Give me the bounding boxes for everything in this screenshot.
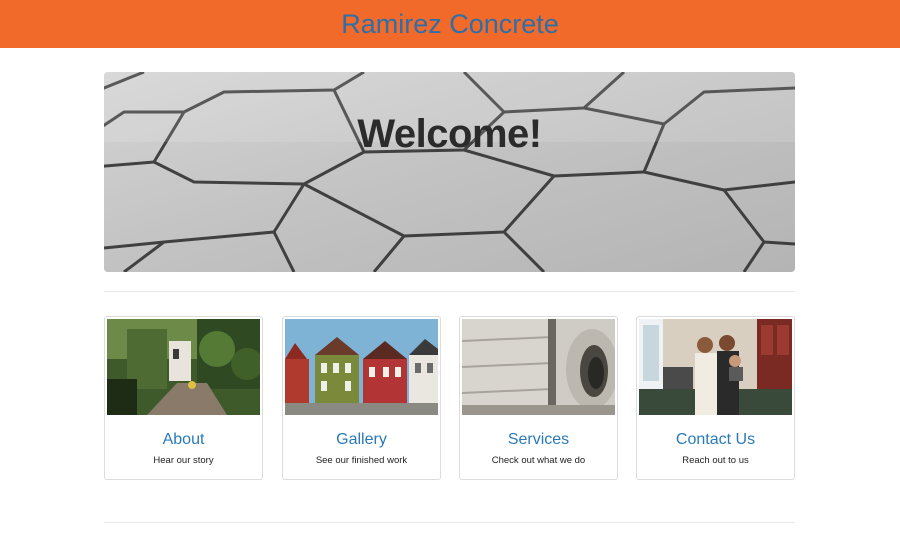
about-link[interactable]: About (105, 431, 262, 449)
contact-link[interactable]: Contact Us (637, 431, 794, 449)
brand-link[interactable]: Ramirez Concrete (341, 9, 559, 39)
about-subtitle: Hear our story (153, 455, 214, 466)
hero-title: Welcome! (357, 112, 542, 156)
top-header: Ramirez Concrete (0, 0, 900, 48)
section-divider (104, 522, 795, 523)
gallery-subtitle: See our finished work (315, 455, 408, 466)
family-photo (639, 319, 792, 415)
garden-path-photo (107, 319, 260, 415)
about-card[interactable]: About Hear our story (104, 316, 263, 480)
concrete-pipes-photo (462, 319, 615, 415)
services-link[interactable]: Services (460, 431, 617, 449)
colorful-houses-photo (285, 319, 438, 415)
services-subtitle: Check out what we do (491, 455, 586, 466)
section-divider (104, 291, 795, 292)
hero-pavers-image (104, 72, 795, 272)
gallery-card[interactable]: Gallery See our finished work (282, 316, 441, 480)
contact-card[interactable]: Contact Us Reach out to us (636, 316, 795, 480)
hero-banner: Welcome! (104, 72, 795, 272)
services-card[interactable]: Services Check out what we do (459, 316, 618, 480)
contact-subtitle: Reach out to us (682, 455, 749, 466)
gallery-link[interactable]: Gallery (283, 431, 440, 449)
